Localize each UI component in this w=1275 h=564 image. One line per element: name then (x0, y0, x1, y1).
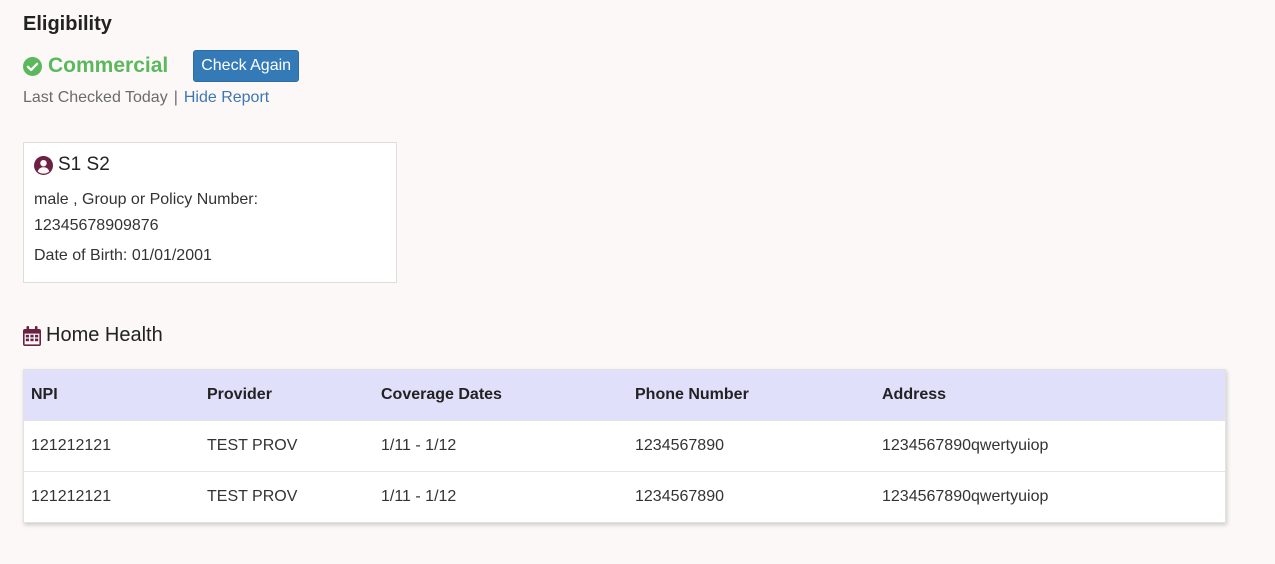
cell-npi: 121212121 (31, 487, 112, 505)
user-circle-icon (34, 155, 53, 175)
patient-name: S1 S2 (58, 154, 110, 175)
eligibility-page: Eligibility Commercial Check Again Last … (0, 0, 1275, 564)
cell-coverage-dates: 1/11 - 1/12 (381, 487, 457, 505)
table-row: 121212121 TEST PROV 1/11 - 1/12 12345678… (24, 420, 1225, 471)
column-header-address: Address (882, 385, 947, 403)
table-row: 121212121 TEST PROV 1/11 - 1/12 12345678… (24, 471, 1225, 522)
home-health-heading: Home Health (23, 324, 163, 347)
column-header-coverage-dates: Coverage Dates (381, 385, 502, 403)
calendar-icon (23, 325, 41, 346)
column-header-npi: NPI (31, 385, 58, 403)
cell-address: 1234567890qwertyuiop (882, 436, 1049, 454)
patient-policy-number: 12345678909876 (34, 217, 159, 234)
cell-provider: TEST PROV (207, 487, 298, 505)
home-health-table: NPI Provider Coverage Dates Phone Number… (23, 369, 1226, 523)
column-header-provider: Provider (207, 385, 272, 403)
separator: | (173, 89, 178, 106)
eligibility-status-row: Commercial Check Again (23, 50, 300, 82)
patient-dob: Date of Birth: 01/01/2001 (34, 247, 212, 264)
next-section-heading-clipped (23, 558, 37, 564)
patient-name-row: S1 S2 (34, 153, 386, 177)
cell-phone-number: 1234567890 (635, 436, 724, 454)
plan-type-label: Commercial (48, 54, 169, 77)
cell-address: 1234567890qwertyuiop (882, 487, 1049, 505)
cell-provider: TEST PROV (207, 436, 298, 454)
patient-gender-policy: male , Group or Policy Number: (34, 191, 259, 208)
home-health-title: Home Health (46, 324, 163, 346)
patient-card: S1 S2 male , Group or Policy Number: 123… (23, 142, 397, 283)
page-title: Eligibility (23, 13, 112, 35)
check-circle-icon (23, 56, 42, 76)
check-again-button[interactable]: Check Again (193, 50, 300, 82)
last-checked-row: Last Checked Today | Hide Report (23, 89, 269, 107)
cell-phone-number: 1234567890 (635, 487, 724, 505)
cell-npi: 121212121 (31, 436, 112, 454)
table-header-row: NPI Provider Coverage Dates Phone Number… (24, 370, 1225, 420)
last-checked-text: Last Checked Today (23, 89, 168, 106)
column-header-phone-number: Phone Number (635, 385, 749, 403)
cell-coverage-dates: 1/11 - 1/12 (381, 436, 457, 454)
hide-report-link[interactable]: Hide Report (184, 89, 269, 106)
